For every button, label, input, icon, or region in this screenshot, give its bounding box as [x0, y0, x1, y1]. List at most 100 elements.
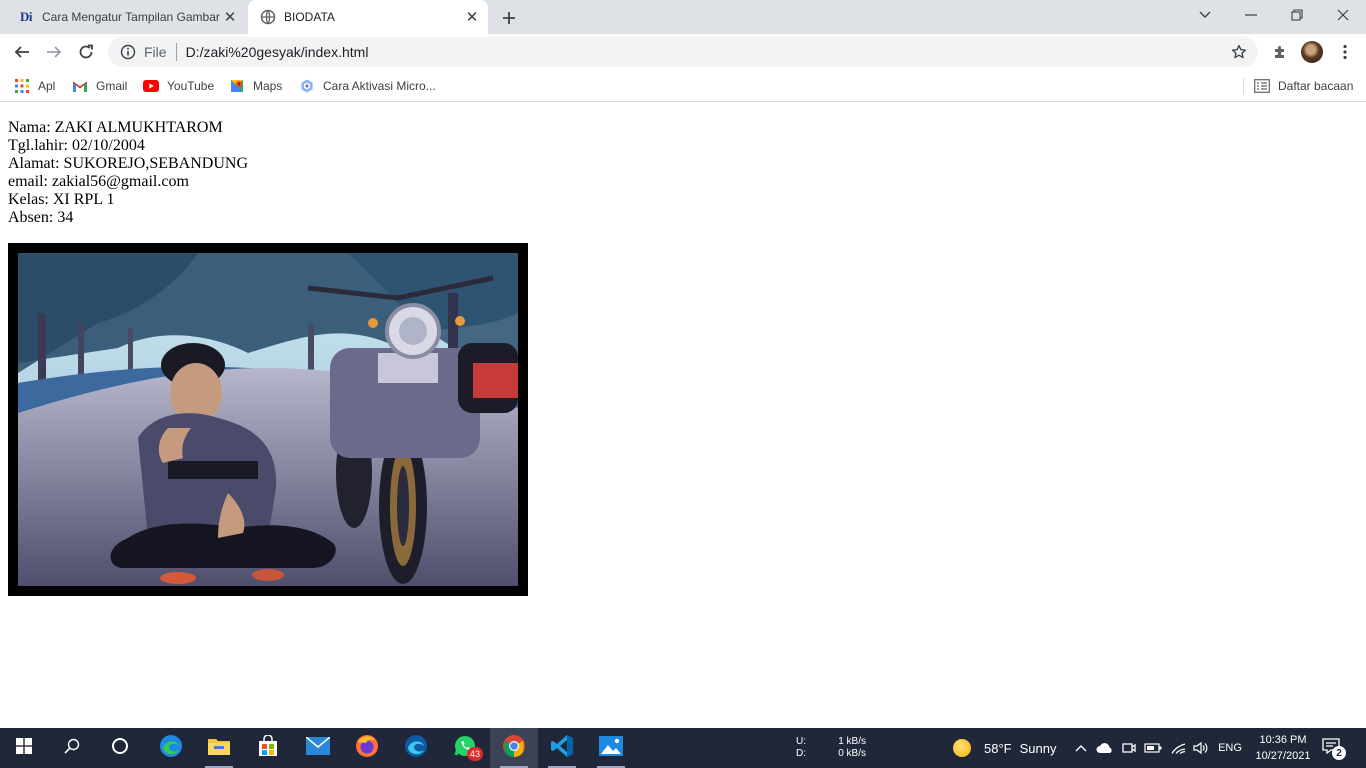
bookmark-maps[interactable]: Maps [229, 76, 282, 96]
bookmark-cara-aktivasi[interactable]: Cara Aktivasi Micro... [299, 76, 436, 96]
chrome-icon [502, 734, 526, 763]
wifi-icon[interactable] [1168, 738, 1188, 758]
bookmark-star-icon[interactable] [1230, 43, 1248, 61]
new-tab-button[interactable] [498, 7, 520, 29]
tab-biodata[interactable]: BIODATA ✕ [248, 0, 488, 34]
volume-icon[interactable] [1191, 738, 1211, 758]
system-clock[interactable]: 10:36 PM 10/27/2021 [1248, 732, 1318, 764]
sun-icon [953, 739, 971, 757]
vscode-icon [550, 734, 574, 763]
cortana-button[interactable] [96, 728, 144, 768]
network-speed-meter: U: 1 kB/s D: 0 kB/s [796, 736, 866, 760]
bookmark-label: Gmail [96, 79, 128, 93]
profile-photo [18, 253, 518, 586]
start-button[interactable] [0, 728, 48, 768]
taskbar-whatsapp[interactable]: 43 [441, 728, 489, 768]
weather-widget[interactable]: 58°F Sunny [953, 738, 1056, 758]
info-icon[interactable] [120, 44, 136, 60]
bookmark-label: YouTube [167, 79, 215, 93]
clock-date: 10/27/2021 [1255, 750, 1311, 762]
action-center-button[interactable]: 2 [1322, 738, 1346, 760]
address-bar[interactable]: File D:/zaki%20gesyak/index.html [108, 37, 1258, 67]
bookmark-apl[interactable]: Apl [14, 76, 55, 96]
battery-icon[interactable] [1143, 738, 1163, 758]
cortana-icon [111, 737, 129, 760]
store-icon [257, 733, 279, 762]
extensions-icon[interactable] [1270, 42, 1290, 62]
reading-list-button[interactable]: Daftar bacaan [1254, 76, 1353, 96]
url-text[interactable]: D:/zaki%20gesyak/index.html [186, 44, 369, 60]
taskbar-photos[interactable] [587, 728, 635, 768]
close-window-button[interactable] [1320, 0, 1366, 30]
bookmark-label: Apl [38, 79, 56, 93]
gmail-icon [72, 78, 88, 94]
firefox-icon [355, 734, 379, 763]
email-line: email: zakial56@gmail.com [8, 173, 189, 190]
tray-chevron-up-icon[interactable] [1071, 738, 1091, 758]
minimize-button[interactable] [1228, 0, 1274, 30]
menu-kebab-icon[interactable] [1335, 42, 1355, 62]
file-scheme-label: File [144, 44, 167, 60]
taskbar-edge-dev[interactable] [392, 728, 440, 768]
edge-icon [159, 734, 183, 763]
taskbar: 43 U: 1 kB/s D: 0 kB/s 58°F Sunny ENG 10… [0, 728, 1366, 768]
tab-strip: Di Cara Mengatur Tampilan Gambar ✕ BIODA… [0, 0, 1366, 34]
weather-desc: Sunny [1019, 740, 1057, 756]
tab-search-chevron-icon[interactable] [1182, 0, 1228, 30]
profile-photo-frame [8, 243, 528, 596]
apps-grid-icon [14, 78, 30, 94]
alamat-line: Alamat: SUKOREJO,SEBANDUNG [8, 155, 248, 172]
tab-cara-mengatur[interactable]: Di Cara Mengatur Tampilan Gambar ✕ [8, 0, 246, 34]
onedrive-cloud-icon[interactable] [1095, 738, 1115, 758]
taskbar-search-button[interactable] [48, 728, 96, 768]
di-logo-icon: Di [20, 9, 33, 24]
reload-button[interactable] [72, 38, 100, 66]
taskbar-chrome[interactable] [490, 728, 538, 768]
close-icon[interactable]: ✕ [462, 7, 482, 27]
download-label: D: [796, 748, 806, 759]
reading-list-label: Daftar bacaan [1278, 79, 1354, 93]
restore-button[interactable] [1274, 0, 1320, 30]
notification-count: 2 [1332, 746, 1346, 760]
youtube-icon [143, 78, 159, 94]
bookmark-label: Cara Aktivasi Micro... [323, 79, 436, 93]
bookmark-label: Maps [253, 79, 283, 93]
whatsapp-badge: 43 [467, 747, 483, 761]
meet-now-icon[interactable] [1119, 738, 1139, 758]
bookmark-youtube[interactable]: YouTube [143, 76, 214, 96]
upload-label: U: [796, 736, 806, 747]
tab-title: BIODATA [284, 10, 335, 24]
absen-line: Absen: 34 [8, 209, 74, 226]
taskbar-file-explorer[interactable] [195, 728, 243, 768]
bookmarks-divider [1243, 78, 1244, 94]
maps-icon [229, 78, 245, 94]
taskbar-store[interactable] [244, 728, 292, 768]
kelas-line: Kelas: XI RPL 1 [8, 191, 115, 208]
nama-line: Nama: ZAKI ALMUKHTAROM [8, 119, 223, 136]
mail-icon [305, 735, 331, 760]
clock-time: 10:36 PM [1259, 734, 1307, 746]
download-value: 0 kB/s [838, 748, 866, 759]
upload-value: 1 kB/s [838, 736, 866, 747]
taskbar-edge[interactable] [147, 728, 195, 768]
browser-toolbar: File D:/zaki%20gesyak/index.html [0, 34, 1366, 70]
language-indicator[interactable]: ENG [1216, 738, 1244, 758]
biodata-text: Nama: ZAKI ALMUKHTAROM Tgl.lahir: 02/10/… [8, 119, 248, 227]
tab-title: Cara Mengatur Tampilan Gambar [42, 10, 220, 24]
reading-list-icon [1254, 79, 1270, 93]
site-icon [299, 78, 315, 94]
back-button[interactable] [8, 38, 36, 66]
taskbar-mail[interactable] [294, 728, 342, 768]
start-icon [16, 737, 32, 759]
address-divider [175, 43, 177, 61]
taskbar-firefox[interactable] [343, 728, 391, 768]
search-icon [64, 738, 80, 759]
file-explorer-icon [207, 736, 231, 761]
close-icon[interactable]: ✕ [220, 7, 240, 27]
bookmarks-bar: Apl Gmail YouTube Maps Cara Aktivasi Mic… [0, 70, 1366, 102]
taskbar-vscode[interactable] [538, 728, 586, 768]
tgl-lahir-line: Tgl.lahir: 02/10/2004 [8, 137, 145, 154]
profile-avatar[interactable] [1301, 41, 1323, 63]
forward-button[interactable] [40, 38, 68, 66]
bookmark-gmail[interactable]: Gmail [72, 76, 127, 96]
